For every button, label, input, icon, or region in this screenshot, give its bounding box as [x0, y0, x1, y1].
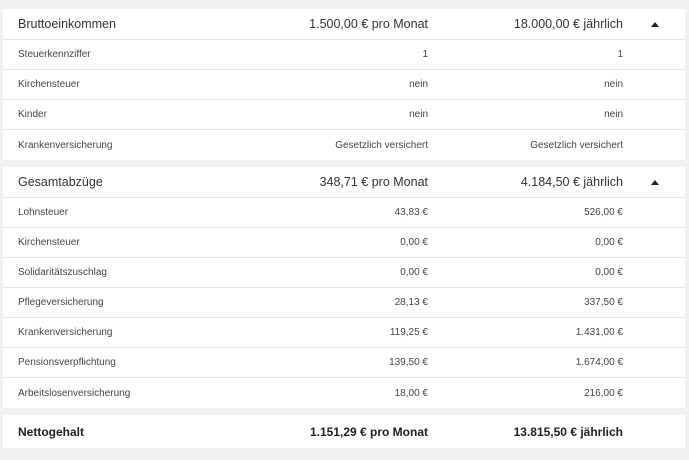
row-label: Pflegeversicherung	[18, 297, 104, 308]
gross-income-label: Bruttoeinkommen	[18, 17, 116, 31]
deduction-row-care-insurance: Pflegeversicherung 28,13 € 337,50 €	[3, 288, 685, 318]
gross-income-header[interactable]: Bruttoeinkommen 1.500,00 € pro Monat 18.…	[3, 9, 685, 40]
deductions-yearly: 4.184,50 € jährlich	[520, 175, 623, 189]
row-label: Krankenversicherung	[18, 327, 113, 338]
row-yearly-value: 337,50 €	[584, 297, 623, 308]
row-monthly-value: 0,00 €	[400, 267, 428, 278]
row-label: Lohnsteuer	[18, 207, 69, 218]
deduction-row-solidarity-surcharge: Solidaritätszuschlag 0,00 € 0,00 €	[3, 258, 685, 288]
deductions-label: Gesamtabzüge	[18, 175, 103, 189]
row-monthly-value: 28,13 €	[394, 297, 428, 308]
row-label: Steuerkennziffer	[18, 49, 91, 60]
net-salary-yearly: 13.815,50 € jährlich	[513, 424, 623, 439]
row-monthly-value: 119,25 €	[389, 327, 428, 338]
row-label: Arbeitslosenversicherung	[18, 387, 131, 399]
gross-detail-row-church-tax: Kirchensteuer nein nein	[3, 70, 685, 100]
deduction-row-health-insurance: Krankenversicherung 119,25 € 1.431,00 €	[3, 318, 685, 348]
deduction-row-pension: Pensionsverpflichtung 139,50 € 1.674,00 …	[3, 348, 685, 378]
gross-income-yearly: 18.000,00 € jährlich	[513, 17, 623, 31]
net-salary-label: Nettogehalt	[18, 424, 84, 439]
row-label: Pensionsverpflichtung	[18, 357, 116, 368]
row-label: Krankenversicherung	[18, 139, 113, 151]
gross-detail-row-children: Kinder nein nein	[3, 100, 685, 130]
row-yearly-value: 216,00 €	[584, 387, 623, 399]
deductions-header[interactable]: Gesamtabzüge 348,71 € pro Monat 4.184,50…	[3, 167, 685, 198]
row-monthly-value: 43,83 €	[394, 207, 428, 218]
row-monthly-value: nein	[409, 79, 428, 90]
gross-detail-row-health-insurance: Krankenversicherung Gesetzlich versicher…	[3, 130, 685, 160]
gross-income-section: Bruttoeinkommen 1.500,00 € pro Monat 18.…	[3, 9, 685, 160]
net-salary-section: Nettogehalt 1.151,29 € pro Monat 13.815,…	[3, 415, 685, 448]
row-label: Kirchensteuer	[18, 237, 80, 248]
collapse-caret-up-icon[interactable]	[651, 21, 659, 27]
row-monthly-value: 18,00 €	[394, 387, 428, 399]
row-yearly-value: 526,00 €	[584, 207, 623, 218]
collapse-caret-up-icon[interactable]	[651, 179, 659, 185]
row-label: Solidaritätszuschlag	[18, 267, 107, 278]
gross-income-monthly: 1.500,00 € pro Monat	[309, 17, 428, 31]
row-yearly-value: 1	[617, 49, 623, 60]
net-salary-monthly: 1.151,29 € pro Monat	[309, 424, 428, 439]
row-monthly-value: 139,50 €	[389, 357, 428, 368]
row-yearly-value: 0,00 €	[595, 237, 623, 248]
row-monthly-value: 0,00 €	[400, 237, 428, 248]
net-salary-row: Nettogehalt 1.151,29 € pro Monat 13.815,…	[3, 415, 685, 448]
row-label: Kirchensteuer	[18, 79, 80, 90]
deduction-row-income-tax: Lohnsteuer 43,83 € 526,00 €	[3, 198, 685, 228]
row-yearly-value: 1.431,00 €	[575, 327, 623, 338]
row-label: Kinder	[18, 109, 47, 120]
deductions-section: Gesamtabzüge 348,71 € pro Monat 4.184,50…	[3, 167, 685, 408]
row-yearly-value: 0,00 €	[595, 267, 623, 278]
row-monthly-value: Gesetzlich versichert	[335, 139, 428, 151]
row-yearly-value: nein	[604, 109, 623, 120]
gross-detail-row-tax-class: Steuerkennziffer 1 1	[3, 40, 685, 70]
deduction-row-unemployment-insurance: Arbeitslosenversicherung 18,00 € 216,00 …	[3, 378, 685, 408]
row-monthly-value: nein	[409, 109, 428, 120]
deductions-monthly: 348,71 € pro Monat	[319, 175, 428, 189]
salary-result-panel: Bruttoeinkommen 1.500,00 € pro Monat 18.…	[3, 9, 685, 455]
row-yearly-value: Gesetzlich versichert	[530, 139, 623, 151]
deduction-row-church-tax: Kirchensteuer 0,00 € 0,00 €	[3, 228, 685, 258]
row-monthly-value: 1	[422, 49, 428, 60]
row-yearly-value: nein	[604, 79, 623, 90]
row-yearly-value: 1.674,00 €	[575, 357, 623, 368]
